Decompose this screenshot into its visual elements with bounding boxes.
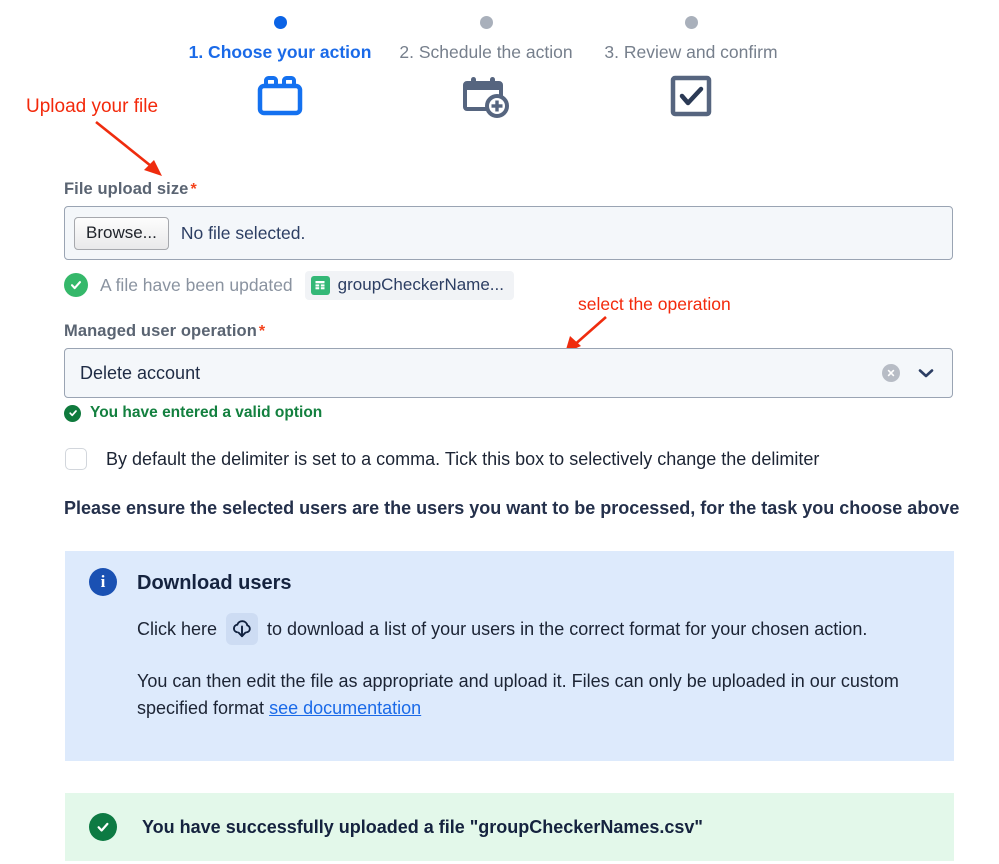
format-text: You can then edit the file as appropriat…: [137, 671, 899, 718]
annotation-select-operation: select the operation: [578, 294, 731, 314]
step-2-dot: [479, 16, 493, 29]
upload-success-text: You have successfully uploaded a file "g…: [142, 816, 703, 837]
step-1-dot: [273, 16, 287, 29]
step-1-label: 1. Choose your action: [188, 42, 372, 62]
check-circle-icon: [64, 273, 88, 297]
click-here-text: Click here: [137, 618, 218, 639]
file-upload-required-star: *: [190, 181, 197, 198]
selected-file-text: No file selected.: [180, 222, 306, 243]
annotation-upload-arrow: [95, 120, 162, 176]
ensure-users-notice: Please ensure the selected users are the…: [64, 498, 960, 518]
download-description-text: to download a list of your users in the …: [267, 618, 868, 639]
operation-select[interactable]: Delete account: [64, 348, 953, 398]
delimiter-checkbox-label: By default the delimiter is set to a com…: [106, 448, 820, 469]
operation-selected-value: Delete account: [80, 362, 201, 383]
cloud-download-icon[interactable]: [226, 613, 259, 645]
operation-label: Managed user operation *: [64, 322, 265, 341]
file-status-text: A file have been updated: [100, 274, 293, 295]
clear-selection-icon[interactable]: [882, 364, 900, 382]
success-check-icon: [89, 813, 117, 841]
valid-check-icon: [64, 404, 81, 422]
step-2-label: 2. Schedule the action: [399, 42, 573, 62]
file-upload-input[interactable]: Browse... No file selected.: [64, 206, 953, 260]
calendar-add-icon: [366, 73, 606, 119]
uploaded-file-name: groupCheckerName...: [337, 275, 504, 294]
info-panel-download-line: Click here to download a list of your us…: [137, 613, 867, 645]
upload-success-banner: You have successfully uploaded a file "g…: [65, 793, 954, 861]
delimiter-checkbox[interactable]: [65, 448, 87, 470]
file-upload-status: A file have been updated groupCheckerNam…: [64, 270, 514, 300]
chevron-down-icon[interactable]: [917, 367, 935, 379]
info-circle-icon: i: [89, 568, 117, 596]
browse-button[interactable]: Browse...: [74, 216, 169, 250]
checkbox-confirm-icon: [571, 73, 811, 119]
see-documentation-link[interactable]: see documentation: [269, 698, 421, 718]
step-3-label: 3. Review and confirm: [604, 42, 778, 62]
step-3-review-confirm[interactable]: 3. Review and confirm: [571, 8, 811, 119]
download-users-info-panel: i Download users Click here to download …: [65, 551, 954, 761]
toolbox-icon: [160, 73, 400, 119]
step-2-schedule-action[interactable]: 2. Schedule the action: [366, 8, 606, 119]
spreadsheet-icon: [310, 275, 330, 295]
operation-label-text: Managed user operation: [64, 322, 257, 340]
file-upload-label: File upload size *: [64, 180, 197, 199]
info-panel-format-line: You can then edit the file as appropriat…: [137, 668, 937, 722]
step-3-dot: [684, 16, 698, 29]
file-upload-label-text: File upload size: [64, 180, 189, 198]
operation-validation-text: You have entered a valid option: [90, 404, 323, 421]
operation-required-star: *: [258, 323, 266, 340]
delimiter-checkbox-row[interactable]: By default the delimiter is set to a com…: [65, 448, 819, 470]
operation-validation: You have entered a valid option: [64, 404, 322, 422]
info-panel-title: Download users: [137, 572, 292, 594]
uploaded-file-chip[interactable]: groupCheckerName...: [304, 270, 514, 300]
step-1-choose-action[interactable]: 1. Choose your action: [160, 8, 400, 119]
annotation-upload-file: Upload your file: [26, 96, 159, 117]
